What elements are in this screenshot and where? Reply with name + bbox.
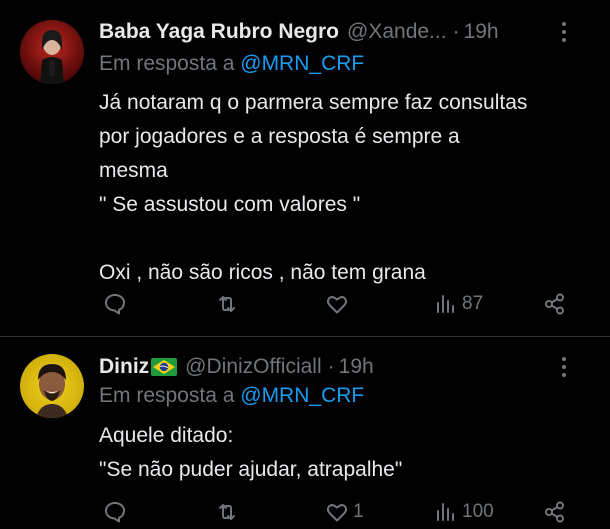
user-handle[interactable]: @Xande... (347, 20, 447, 44)
tweet-2[interactable]: Diniz @DinizOfficiall · 19h Em resposta … (0, 337, 610, 528)
display-name[interactable]: Baba Yaga Rubro Negro (99, 20, 339, 44)
reply-prefix: Em resposta a (99, 52, 235, 75)
more-options-icon[interactable] (560, 19, 568, 45)
separator-dot: · (327, 355, 335, 378)
reply-context: Em resposta a @MRN_CRF (99, 52, 364, 76)
retweet-button[interactable] (215, 287, 243, 321)
tweet-text-line: Aquele ditado: (99, 424, 234, 447)
share-icon (545, 501, 564, 523)
tweet-actions: 1 100 (99, 495, 590, 529)
views-icon (437, 503, 454, 521)
separator-dot: · (452, 20, 460, 43)
reply-icon (105, 502, 125, 523)
tweet-header: Baba Yaga Rubro Negro @Xande... · 19h (99, 17, 590, 47)
tweet-text: Já notaram q o parmera sempre faz consul… (99, 86, 599, 290)
avatar[interactable] (20, 354, 84, 418)
tweet-text-line: "Se não puder ajudar, atrapalhe" (99, 458, 403, 481)
reply-prefix: Em resposta a (99, 384, 235, 407)
share-button[interactable] (543, 287, 567, 321)
views-icon (437, 295, 454, 313)
reply-mention-link[interactable]: @MRN_CRF (240, 52, 364, 75)
tweet-text-line: Oxi , não são ricos , não tem grana (99, 261, 426, 284)
views-button[interactable]: 100 (434, 495, 494, 529)
views-count: 100 (462, 501, 494, 522)
tweet-1[interactable]: Baba Yaga Rubro Negro @Xande... · 19h Em… (0, 0, 610, 337)
like-button[interactable] (325, 287, 353, 321)
share-button[interactable] (543, 495, 567, 529)
brazil-flag-icon (151, 358, 178, 376)
retweet-button[interactable] (215, 495, 243, 529)
tweet-text-line: por jogadores e a resposta é sempre a (99, 125, 460, 148)
timestamp[interactable]: 19h (339, 355, 374, 379)
tweet-actions: 87 (99, 287, 590, 321)
heart-icon (326, 504, 348, 522)
more-options-icon[interactable] (560, 354, 568, 380)
avatar[interactable] (20, 20, 84, 84)
views-count: 87 (462, 293, 484, 314)
tweet-text: Aquele ditado: "Se não puder ajudar, atr… (99, 419, 599, 487)
share-icon (545, 293, 564, 315)
tweet-header: Diniz @DinizOfficiall · 19h (99, 352, 590, 382)
reply-button[interactable] (103, 287, 131, 321)
reply-icon (105, 294, 125, 315)
tweet-text-line (99, 222, 599, 256)
reply-context: Em resposta a @MRN_CRF (99, 384, 364, 408)
retweet-icon (219, 296, 235, 312)
views-button[interactable]: 87 (434, 287, 483, 321)
retweet-icon (219, 504, 235, 520)
display-name[interactable]: Diniz (99, 355, 149, 379)
heart-icon (326, 296, 348, 314)
like-count: 1 (353, 501, 364, 522)
tweet-text-line: Já notaram q o parmera sempre faz consul… (99, 91, 528, 114)
like-button[interactable]: 1 (325, 495, 364, 529)
timestamp[interactable]: 19h (464, 20, 499, 44)
reply-button[interactable] (103, 495, 131, 529)
reply-mention-link[interactable]: @MRN_CRF (240, 384, 364, 407)
user-handle[interactable]: @DinizOfficiall (185, 355, 321, 379)
tweet-text-line: " Se assustou com valores " (99, 193, 361, 216)
tweet-text-line: mesma (99, 159, 168, 182)
